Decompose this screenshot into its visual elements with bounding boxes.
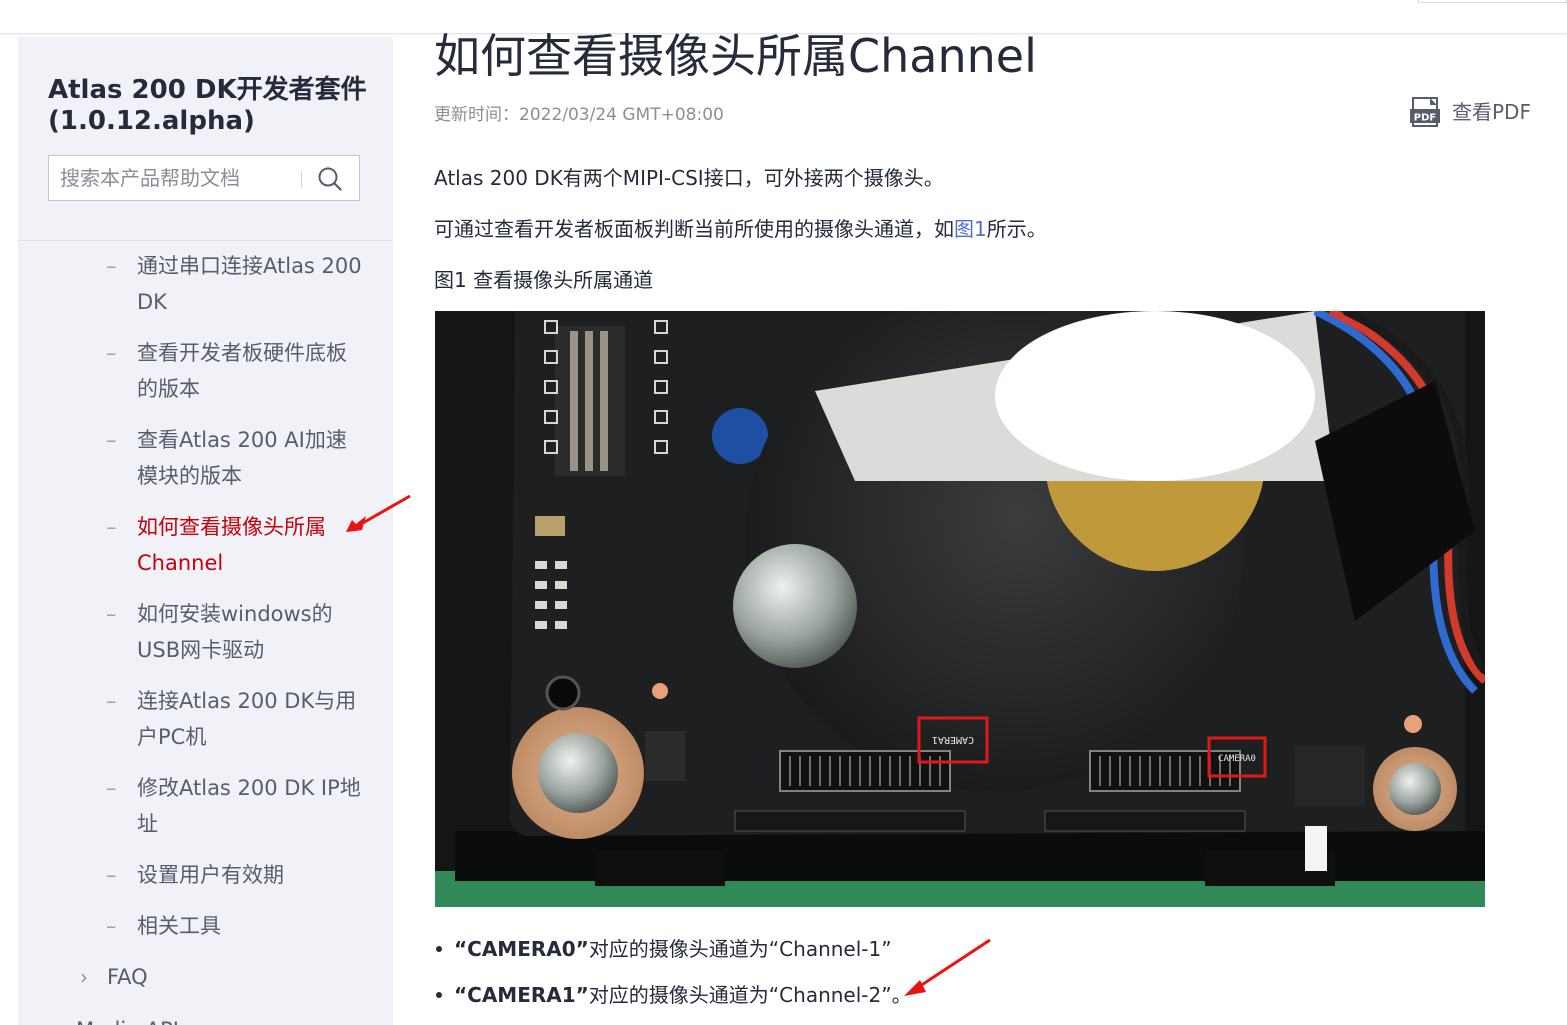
- camera0-desc: 对应的摄像头通道为“Channel-1”: [588, 937, 892, 961]
- sidebar-item-label: 查看开发者板硬件底板的版本: [137, 341, 347, 401]
- search-icon[interactable]: [317, 166, 343, 192]
- sidebar-item-tools[interactable]: – 相关工具: [18, 908, 393, 944]
- sidebar-item-modify-ip[interactable]: – 修改Atlas 200 DK IP地址: [18, 770, 393, 842]
- sidebar-item-usb-driver[interactable]: – 如何安装windows的USB网卡驱动: [18, 596, 393, 668]
- sidebar-item-faq[interactable]: › FAQ: [18, 959, 393, 995]
- instruction-text-end: 所示。: [986, 217, 1047, 241]
- svg-text:PDF: PDF: [1414, 113, 1436, 124]
- chevron-right-icon: ›: [80, 965, 88, 989]
- board-photo: CAMERA1 CAMERA0: [435, 311, 1485, 907]
- sidebar-item-label: FAQ: [107, 965, 148, 989]
- nav-dash: –: [106, 914, 117, 938]
- annotation-arrow-icon: [904, 938, 991, 996]
- nav-dash: –: [106, 776, 117, 800]
- nav-dash: –: [106, 689, 117, 713]
- sidebar-item-label: 连接Atlas 200 DK与用户PC机: [137, 689, 357, 749]
- sidebar-item-label: 修改Atlas 200 DK IP地址: [137, 776, 361, 836]
- sidebar-item-label: 设置用户有效期: [137, 863, 284, 887]
- sidebar-item-label: 如何查看摄像头所属Channel: [137, 515, 326, 575]
- sidebar-item-label: 如何安装windows的USB网卡驱动: [137, 602, 333, 662]
- update-time: 更新时间：2022/03/24 GMT+08:00: [434, 100, 724, 125]
- channel-mapping-list: “CAMERA0”对应的摄像头通道为“Channel-1” “CAMERA1”对…: [434, 930, 912, 1022]
- sidebar: Atlas 200 DK开发者套件(1.0.12.alpha) – 通过串口连接…: [18, 37, 393, 1025]
- product-search-box: [48, 155, 360, 201]
- chevron-right-icon: ›: [48, 1012, 56, 1025]
- list-item: “CAMERA1”对应的摄像头通道为“Channel-2”。: [434, 976, 912, 1022]
- camera1-desc: 对应的摄像头通道为“Channel-2”。: [588, 983, 912, 1007]
- list-item: “CAMERA0”对应的摄像头通道为“Channel-1”: [434, 930, 912, 976]
- nav-dash: –: [106, 863, 117, 887]
- camera0-silkscreen: CAMERA0: [1218, 754, 1256, 764]
- sidebar-item-label: Media API: [76, 1012, 179, 1025]
- sidebar-item-connect-pc[interactable]: – 连接Atlas 200 DK与用户PC机: [18, 683, 393, 755]
- search-separator: [301, 170, 302, 188]
- instruction-text: 可通过查看开发者板面板判断当前所使用的摄像头通道，如: [434, 217, 954, 241]
- figure-caption: 图1 查看摄像头所属通道: [434, 268, 654, 292]
- sidebar-item-serial-connect[interactable]: – 通过串口连接Atlas 200 DK: [18, 248, 393, 320]
- intro-paragraph: Atlas 200 DK有两个MIPI-CSI接口，可外接两个摄像头。: [434, 166, 944, 190]
- annotation-arrow-icon: [346, 494, 411, 532]
- instruction-paragraph: 可通过查看开发者板面板判断当前所使用的摄像头通道，如图1所示。: [434, 213, 1047, 242]
- sidebar-item-media-api[interactable]: › Media API: [18, 1012, 393, 1025]
- nav-dash: –: [106, 602, 117, 626]
- nav-dash: –: [106, 341, 117, 365]
- product-title: Atlas 200 DK开发者套件(1.0.12.alpha): [48, 75, 367, 136]
- sidebar-divider: [18, 240, 393, 241]
- sidebar-item-board-version[interactable]: – 查看开发者板硬件底板的版本: [18, 335, 393, 407]
- sidebar-item-user-validity[interactable]: – 设置用户有效期: [18, 857, 393, 893]
- camera1-term: “CAMERA1”: [454, 983, 589, 1007]
- search-input[interactable]: [49, 156, 310, 200]
- sidebar-item-label: 通过串口连接Atlas 200 DK: [137, 254, 362, 314]
- page-title: 如何查看摄像头所属Channel: [434, 29, 1037, 83]
- update-label: 更新时间：: [434, 105, 519, 125]
- sidebar-item-ai-module-version[interactable]: – 查看Atlas 200 AI加速模块的版本: [18, 422, 393, 494]
- sidebar-item-label: 查看Atlas 200 AI加速模块的版本: [137, 428, 347, 488]
- header-control[interactable]: [1418, 0, 1567, 3]
- figure-link[interactable]: 图1: [954, 217, 987, 241]
- nav-dash: –: [106, 428, 117, 452]
- pdf-icon: PDF: [1410, 97, 1440, 127]
- sidebar-item-label: 相关工具: [137, 914, 221, 938]
- nav-dash: –: [106, 254, 117, 278]
- sidebar-item-camera-channel[interactable]: – 如何查看摄像头所属Channel: [18, 509, 393, 581]
- camera0-term: “CAMERA0”: [454, 937, 589, 961]
- view-pdf-label: 查看PDF: [1452, 100, 1531, 124]
- update-value: 2022/03/24 GMT+08:00: [519, 105, 724, 125]
- nav-dash: –: [106, 515, 117, 539]
- camera1-silkscreen: CAMERA1: [932, 734, 974, 745]
